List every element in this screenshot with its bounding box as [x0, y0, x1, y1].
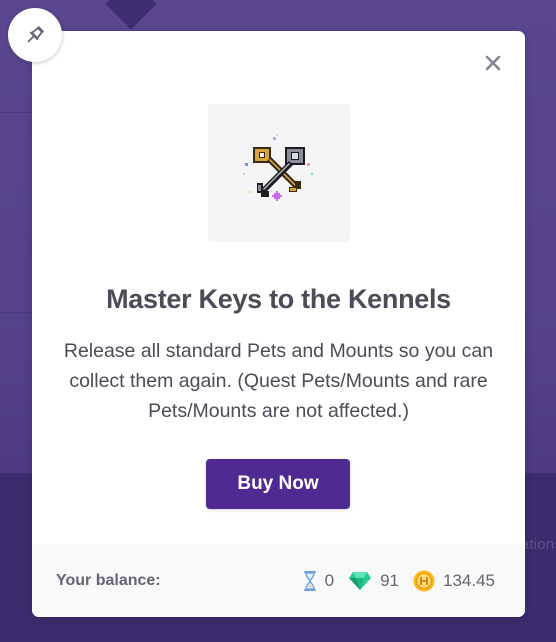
balance-label: Your balance:: [56, 571, 161, 589]
backdrop-side-text: ations: [520, 536, 556, 553]
backdrop-divider: [0, 312, 34, 313]
master-keys-icon: [243, 134, 313, 201]
pin-button[interactable]: [8, 8, 62, 62]
item-title: Master Keys to the Kennels: [106, 284, 451, 314]
close-button[interactable]: [479, 49, 507, 77]
gem-balance: 91: [348, 571, 399, 591]
pin-icon: [27, 26, 44, 43]
gold-balance: 134.45: [413, 570, 495, 592]
hourglass-icon: [303, 570, 316, 591]
gold-count: 134.45: [443, 570, 495, 590]
backdrop-decoration: [105, 0, 157, 30]
item-description: Release all standard Pets and Mounts so …: [63, 340, 494, 422]
close-icon: [485, 55, 501, 71]
balance-list: 0 91 134.45: [303, 570, 495, 592]
item-image-frame: [208, 104, 350, 242]
backdrop-divider: [0, 112, 34, 113]
balance-footer: Your balance: 0 91 134.45: [32, 544, 525, 617]
hourglass-count: 0: [324, 570, 335, 590]
gold-coin-icon: [413, 570, 435, 591]
gem-icon: [349, 571, 372, 590]
buy-now-button[interactable]: Buy Now: [206, 459, 350, 509]
hourglass-balance: 0: [303, 570, 335, 591]
purchase-modal: Master Keys to the Kennels Release all s…: [32, 31, 525, 617]
gem-count: 91: [380, 570, 399, 590]
